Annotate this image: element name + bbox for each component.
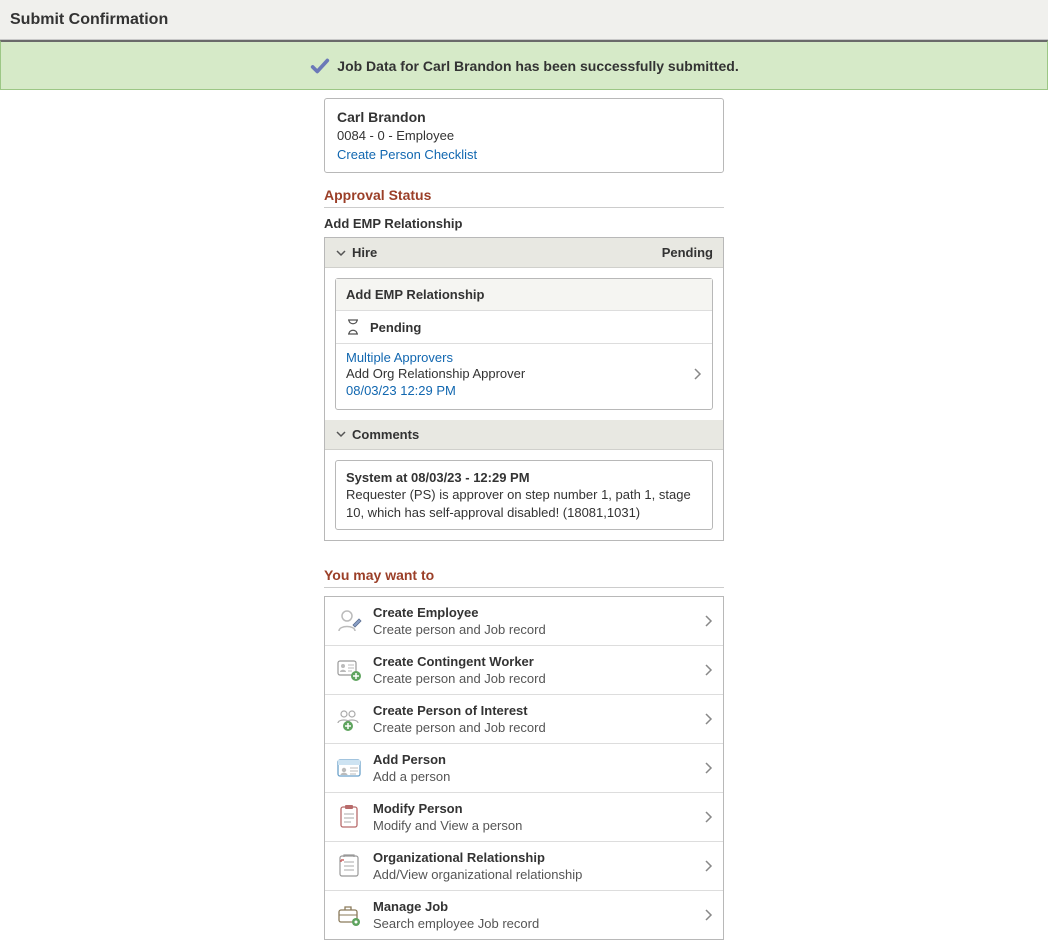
suggestion-title: Add Person	[373, 752, 703, 767]
hire-status: Pending	[662, 245, 713, 260]
suggestions-list: Create Employee Create person and Job re…	[324, 596, 724, 940]
suggestion-subtitle: Modify and View a person	[373, 818, 703, 833]
person-name: Carl Brandon	[337, 109, 711, 125]
suggestion-title: Modify Person	[373, 801, 703, 816]
create-checklist-link[interactable]: Create Person Checklist	[337, 147, 711, 162]
suggestion-create-contingent-worker[interactable]: Create Contingent Worker Create person a…	[325, 646, 723, 695]
suggestion-subtitle: Create person and Job record	[373, 671, 703, 686]
briefcase-gear-icon	[335, 901, 363, 929]
suggestion-subtitle: Add a person	[373, 769, 703, 784]
comments-label: Comments	[352, 427, 713, 442]
approval-timestamp[interactable]: 08/03/23 12:29 PM	[346, 383, 692, 399]
approval-card-status: Pending	[370, 320, 421, 335]
suggestion-title: Organizational Relationship	[373, 850, 703, 865]
suggestion-title: Create Employee	[373, 605, 703, 620]
approval-card-detail[interactable]: Multiple Approvers Add Org Relationship …	[336, 344, 712, 409]
comments-expand-header[interactable]: Comments	[325, 420, 723, 450]
chevron-down-icon	[335, 247, 347, 259]
suggestion-manage-job[interactable]: Manage Job Search employee Job record	[325, 891, 723, 939]
multiple-approvers-link[interactable]: Multiple Approvers	[346, 350, 692, 366]
person-card: Carl Brandon 0084 - 0 - Employee Create …	[324, 98, 724, 173]
chevron-down-icon	[335, 428, 347, 440]
hire-expand-header[interactable]: Hire Pending	[325, 238, 723, 268]
chevron-right-icon	[703, 614, 713, 628]
approver-role: Add Org Relationship Approver	[346, 366, 692, 382]
id-card-icon	[335, 754, 363, 782]
org-relationship-icon	[335, 852, 363, 880]
suggestion-modify-person[interactable]: Modify Person Modify and View a person	[325, 793, 723, 842]
comment-header: System at 08/03/23 - 12:29 PM	[346, 469, 702, 487]
chevron-right-icon	[703, 761, 713, 775]
approval-relationship-label: Add EMP Relationship	[324, 216, 724, 231]
suggestion-add-person[interactable]: Add Person Add a person	[325, 744, 723, 793]
check-icon	[309, 55, 331, 77]
suggestion-subtitle: Create person and Job record	[373, 720, 703, 735]
banner-text: Job Data for Carl Brandon has been succe…	[337, 58, 738, 74]
approval-status-heading: Approval Status	[324, 187, 724, 208]
approval-card: Add EMP Relationship Pending Mult	[335, 278, 713, 410]
chevron-right-icon	[703, 859, 713, 873]
suggestion-title: Create Contingent Worker	[373, 654, 703, 669]
chevron-right-icon	[703, 663, 713, 677]
suggestion-create-person-of-interest[interactable]: Create Person of Interest Create person …	[325, 695, 723, 744]
suggestion-title: Manage Job	[373, 899, 703, 914]
approval-card-title: Add EMP Relationship	[336, 279, 712, 311]
you-may-want-to-heading: You may want to	[324, 567, 724, 588]
page-title: Submit Confirmation	[10, 11, 168, 29]
suggestion-subtitle: Create person and Job record	[373, 622, 703, 637]
badge-plus-icon	[335, 656, 363, 684]
approval-card-status-row: Pending	[336, 311, 712, 344]
hire-label: Hire	[352, 245, 662, 260]
comment-card: System at 08/03/23 - 12:29 PM Requester …	[335, 460, 713, 531]
approval-box: Hire Pending Add EMP Relationship Pendi	[324, 237, 724, 541]
person-subtitle: 0084 - 0 - Employee	[337, 128, 711, 143]
people-plus-icon	[335, 705, 363, 733]
chevron-right-icon	[692, 367, 702, 381]
suggestion-create-employee[interactable]: Create Employee Create person and Job re…	[325, 597, 723, 646]
person-pencil-icon	[335, 607, 363, 635]
chevron-right-icon	[703, 908, 713, 922]
suggestion-subtitle: Add/View organizational relationship	[373, 867, 703, 882]
success-banner: Job Data for Carl Brandon has been succe…	[0, 40, 1048, 90]
chevron-right-icon	[703, 810, 713, 824]
suggestion-organizational-relationship[interactable]: Organizational Relationship Add/View org…	[325, 842, 723, 891]
clipboard-icon	[335, 803, 363, 831]
suggestion-subtitle: Search employee Job record	[373, 916, 703, 931]
page-header: Submit Confirmation	[0, 0, 1048, 40]
chevron-right-icon	[703, 712, 713, 726]
comment-body-text: Requester (PS) is approver on step numbe…	[346, 486, 702, 521]
hourglass-icon	[346, 319, 360, 335]
suggestion-title: Create Person of Interest	[373, 703, 703, 718]
